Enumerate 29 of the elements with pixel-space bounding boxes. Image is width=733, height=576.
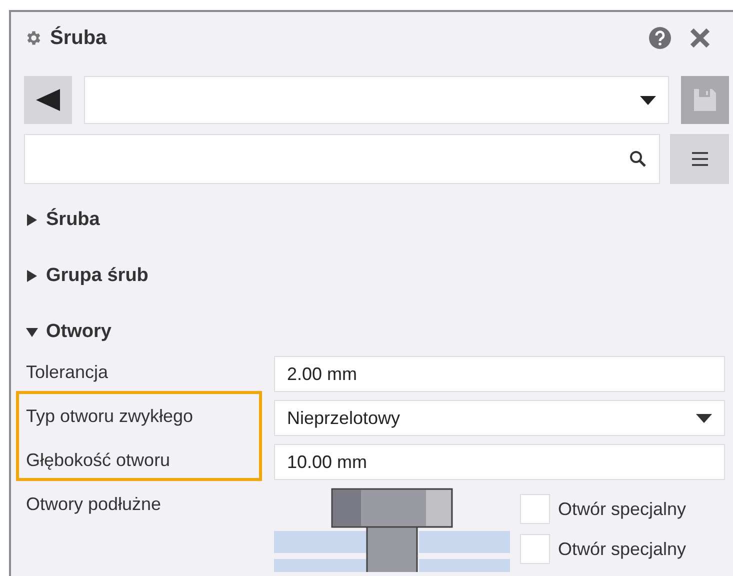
back-button[interactable] bbox=[24, 76, 72, 124]
menu-button[interactable] bbox=[670, 134, 729, 184]
help-icon[interactable] bbox=[649, 27, 671, 49]
property-label: Otwory podłużne bbox=[26, 493, 162, 515]
type-dropdown[interactable]: Nieprzelotowy bbox=[274, 400, 725, 436]
caret-down-icon bbox=[26, 326, 38, 338]
caret-right-icon bbox=[26, 270, 38, 282]
dropdown-arrow-icon bbox=[696, 414, 712, 422]
window-title: Śruba bbox=[50, 26, 108, 50]
checkbox[interactable] bbox=[520, 534, 550, 564]
property-label: Typ otworu zwykłego bbox=[26, 405, 194, 427]
value-field[interactable]: 2.00 mm bbox=[274, 356, 725, 392]
close-icon[interactable] bbox=[689, 27, 711, 49]
back-arrow-icon bbox=[36, 89, 60, 111]
search-field[interactable] bbox=[24, 134, 660, 184]
preset-dropdown[interactable] bbox=[84, 76, 669, 124]
checkbox-label: Otwór specjalny bbox=[558, 538, 686, 560]
property-label: Tolerancja bbox=[26, 361, 110, 383]
value-field[interactable]: 10.00 mm bbox=[274, 444, 725, 480]
checkbox-label: Otwór specjalny bbox=[558, 498, 686, 520]
section-header[interactable]: Otwory bbox=[26, 304, 112, 360]
section-header[interactable]: Grupa śrub bbox=[26, 248, 148, 304]
section-header[interactable]: Śruba bbox=[26, 192, 100, 248]
caret-right-icon bbox=[26, 214, 38, 226]
menu-icon bbox=[692, 152, 708, 166]
search-icon bbox=[629, 150, 647, 168]
checkbox[interactable] bbox=[520, 494, 550, 524]
dropdown-arrow-icon bbox=[640, 96, 656, 104]
property-label: Głębokość otworu bbox=[26, 449, 172, 471]
